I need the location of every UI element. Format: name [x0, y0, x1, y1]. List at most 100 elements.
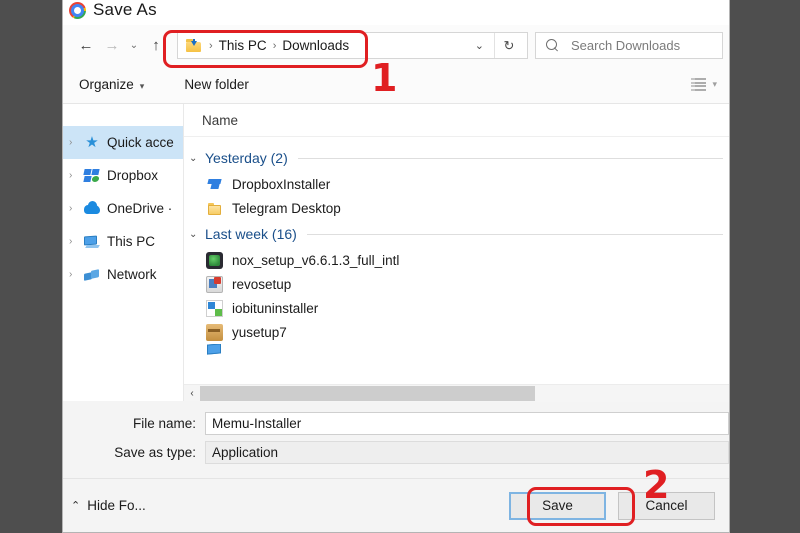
recent-locations-button[interactable]: ⌄: [125, 33, 143, 59]
column-header-row: Name: [184, 104, 729, 137]
chevron-right-icon[interactable]: ›: [69, 170, 83, 181]
sidebar-item-network[interactable]: › Network: [63, 258, 183, 291]
iobit-uninstaller-icon: [206, 300, 223, 317]
breadcrumb-item-downloads[interactable]: Downloads: [282, 38, 349, 53]
cancel-button[interactable]: Cancel: [618, 492, 715, 520]
chrome-logo-icon: [69, 2, 86, 19]
save-as-type-select[interactable]: Application: [205, 441, 729, 464]
yu-setup-icon: [206, 324, 223, 341]
folder-icon: [206, 200, 223, 217]
dialog-footer: ⌃ Hide Fo... Save Cancel: [63, 478, 729, 532]
chevron-down-icon[interactable]: ⌄: [465, 39, 494, 52]
sidebar-item-label: This PC: [107, 234, 155, 249]
sidebar-item-onedrive[interactable]: › OneDrive ·: [63, 192, 183, 225]
sidebar-item-this-pc[interactable]: › This PC: [63, 225, 183, 258]
sidebar-item-label: Quick acce: [107, 135, 174, 150]
sidebar-item-label: Network: [107, 267, 157, 282]
file-name-label: nox_setup_v6.6.1.3_full_intl: [232, 253, 399, 268]
chevron-right-icon[interactable]: ›: [69, 269, 83, 280]
search-icon: [546, 39, 559, 52]
nox-app-icon: [206, 252, 223, 269]
dropbox-icon: [83, 168, 101, 184]
file-list-item[interactable]: iobituninstaller: [184, 296, 729, 320]
change-view-button[interactable]: ▾: [691, 78, 717, 91]
up-one-level-button[interactable]: ↑: [143, 33, 169, 59]
search-box[interactable]: Search Downloads: [535, 32, 723, 59]
dialog-titlebar: Save As: [63, 0, 729, 25]
file-name-label: Telegram Desktop: [232, 201, 341, 216]
column-header-name[interactable]: Name: [202, 113, 238, 128]
file-name-label: revosetup: [232, 277, 291, 292]
file-list-item[interactable]: Telegram Desktop: [184, 196, 729, 220]
scrollbar-thumb[interactable]: [200, 386, 535, 401]
onedrive-cloud-icon: [83, 201, 101, 217]
file-list-item[interactable]: yusetup7: [184, 320, 729, 344]
save-button[interactable]: Save: [509, 492, 606, 520]
save-as-dialog: Save As ← → ⌄ ↑ › This PC › Downloads ⌄: [62, 0, 730, 533]
horizontal-scrollbar[interactable]: ‹: [184, 384, 729, 401]
chevron-right-icon[interactable]: ›: [69, 137, 83, 148]
computer-icon: [83, 234, 101, 250]
list-view-icon: [691, 78, 706, 91]
hide-folders-button[interactable]: ⌃ Hide Fo...: [71, 498, 146, 513]
scrollbar-track[interactable]: [200, 385, 729, 402]
dropbox-installer-icon: [206, 176, 223, 193]
breadcrumb-separator-1: ›: [267, 40, 283, 52]
chevron-down-icon[interactable]: ⌄: [189, 229, 205, 240]
hide-folders-label: Hide Fo...: [87, 498, 146, 513]
refresh-icon[interactable]: ↻: [495, 33, 523, 58]
chevron-down-icon: ▾: [140, 81, 145, 92]
dialog-body: › ★ Quick acce › Dropbox › OneDrive ·: [63, 104, 729, 401]
new-folder-label: New folder: [184, 77, 249, 92]
file-name-row: File name: Memu-Installer: [63, 411, 729, 436]
file-list-pane: Name ⌄ Yesterday (2) DropboxInstaller: [184, 104, 729, 401]
chevron-right-icon[interactable]: ›: [69, 236, 83, 247]
sidebar-item-dropbox[interactable]: › Dropbox: [63, 159, 183, 192]
file-group-header-last-week[interactable]: ⌄ Last week (16): [184, 220, 729, 248]
sidebar-item-quick-access[interactable]: › ★ Quick acce: [63, 126, 183, 159]
sidebar-item-label: Dropbox: [107, 168, 158, 183]
chevron-down-icon[interactable]: ⌄: [189, 153, 205, 164]
save-as-type-label: Save as type:: [63, 445, 205, 460]
chevron-up-icon: ⌃: [71, 499, 80, 512]
file-name-label: iobituninstaller: [232, 301, 318, 316]
file-group-header-yesterday[interactable]: ⌄ Yesterday (2): [184, 144, 729, 172]
address-bar[interactable]: › This PC › Downloads ⌄ ↻: [177, 32, 528, 59]
file-group-label: Yesterday (2): [205, 150, 288, 166]
chevron-right-icon[interactable]: ›: [69, 203, 83, 214]
file-list-item[interactable]: nox_setup_v6.6.1.3_full_intl: [184, 248, 729, 272]
file-list-item[interactable]: DropboxInstaller: [184, 172, 729, 196]
scroll-left-arrow-icon[interactable]: ‹: [184, 388, 200, 399]
file-name-label: File name:: [63, 416, 205, 431]
new-folder-button[interactable]: New folder: [184, 77, 249, 92]
revo-uninstaller-icon: [206, 276, 223, 293]
forward-button[interactable]: →: [99, 33, 125, 59]
organize-label: Organize: [79, 77, 134, 92]
back-button[interactable]: ←: [73, 33, 99, 59]
group-divider: [307, 234, 723, 235]
file-name-input[interactable]: Memu-Installer: [205, 412, 729, 435]
cut-app-icon: [206, 344, 223, 355]
file-list-item[interactable]: revosetup: [184, 272, 729, 296]
screenshot-root: Save As ← → ⌄ ↑ › This PC › Downloads ⌄: [0, 0, 800, 533]
file-group-label: Last week (16): [205, 226, 297, 242]
search-input[interactable]: Search Downloads: [571, 38, 680, 53]
command-bar: Organize ▾ New folder ▾: [63, 66, 729, 104]
network-icon: [83, 267, 101, 283]
file-list-scroll-area[interactable]: ⌄ Yesterday (2) DropboxInstaller: [184, 137, 729, 384]
file-name-label: DropboxInstaller: [232, 177, 330, 192]
dialog-title: Save As: [93, 0, 157, 20]
save-form: File name: Memu-Installer Save as type: …: [63, 401, 729, 478]
group-divider: [298, 158, 723, 159]
organize-button[interactable]: Organize ▾: [79, 77, 144, 92]
file-name-label: yusetup7: [232, 325, 287, 340]
chevron-down-icon: ▾: [712, 79, 717, 90]
star-icon: ★: [83, 135, 101, 151]
breadcrumb-separator-0: ›: [203, 40, 219, 52]
navigation-pane: › ★ Quick acce › Dropbox › OneDrive ·: [63, 104, 184, 401]
breadcrumb-item-this-pc[interactable]: This PC: [219, 38, 267, 53]
downloads-folder-icon: [186, 39, 201, 52]
sidebar-item-label: OneDrive ·: [107, 201, 172, 216]
save-as-type-row: Save as type: Application: [63, 440, 729, 465]
file-list-item-partial[interactable]: [184, 344, 729, 355]
